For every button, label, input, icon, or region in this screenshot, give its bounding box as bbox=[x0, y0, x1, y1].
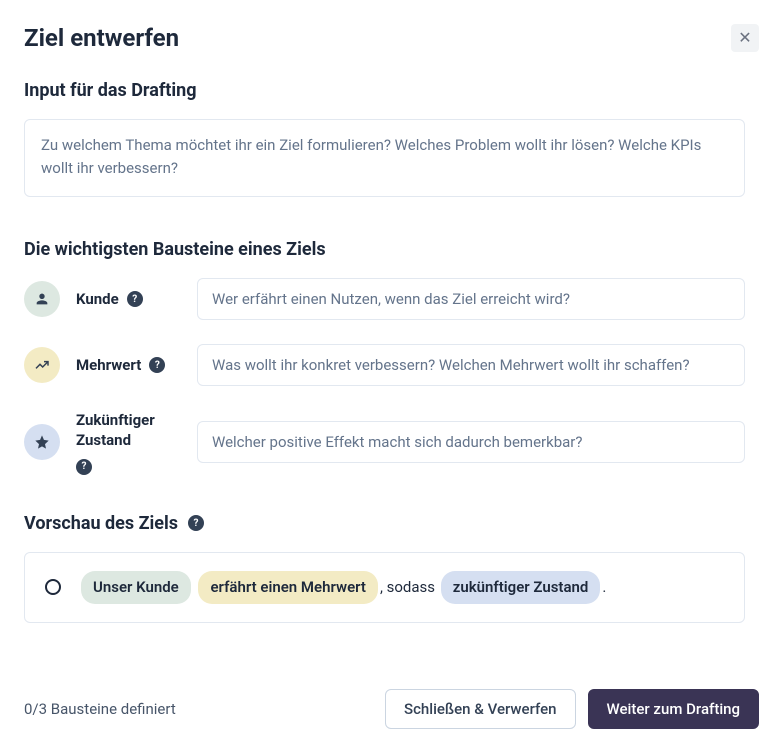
block-label-wrap-kunde: Kunde ? bbox=[76, 289, 181, 309]
star-icon bbox=[24, 424, 60, 460]
help-icon[interactable]: ? bbox=[149, 357, 165, 373]
modal-footer: 0/3 Bausteine definiert Schließen & Verw… bbox=[24, 671, 759, 747]
close-button[interactable]: ✕ bbox=[731, 24, 759, 52]
bausteine-section-title: Die wichtigsten Bausteine eines Ziels bbox=[24, 239, 745, 260]
modal-body-scroll[interactable]: Input für das Drafting Die wichtigsten B… bbox=[24, 80, 759, 671]
radio-icon[interactable] bbox=[45, 579, 61, 595]
preview-section-title: Vorschau des Ziels bbox=[24, 513, 178, 534]
chart-up-icon bbox=[24, 347, 60, 383]
block-label-wrap-zustand: Zukünftiger Zustand ? bbox=[76, 410, 181, 475]
kunde-input[interactable] bbox=[197, 278, 745, 320]
person-icon bbox=[24, 281, 60, 317]
preview-text: Unser Kunde erfährt einen Mehrwert, soda… bbox=[79, 571, 606, 605]
bausteine-counter: 0/3 Bausteine definiert bbox=[24, 700, 176, 718]
mehrwert-input[interactable] bbox=[197, 344, 745, 386]
preview-title-wrap: Vorschau des Ziels ? bbox=[24, 513, 745, 534]
block-label-zustand: Zukünftiger Zustand bbox=[76, 410, 181, 451]
preview-box: Unser Kunde erfährt einen Mehrwert, soda… bbox=[24, 552, 745, 624]
preview-chip-mehrwert: erfährt einen Mehrwert bbox=[198, 571, 377, 605]
preview-connector: , sodass bbox=[380, 578, 435, 596]
help-icon[interactable]: ? bbox=[188, 515, 204, 531]
section-input: Input für das Drafting bbox=[24, 80, 745, 201]
continue-button[interactable]: Weiter zum Drafting bbox=[588, 689, 759, 729]
preview-chip-zustand: zukünftiger Zustand bbox=[441, 571, 601, 605]
preview-chip-kunde: Unser Kunde bbox=[81, 571, 191, 605]
section-bausteine: Die wichtigsten Bausteine eines Ziels Ku… bbox=[24, 239, 745, 475]
modal-title: Ziel entwerfen bbox=[24, 24, 179, 52]
modal-ziel-entwerfen: Ziel entwerfen ✕ Input für das Drafting … bbox=[0, 0, 783, 747]
cancel-button[interactable]: Schließen & Verwerfen bbox=[385, 689, 576, 729]
help-icon[interactable]: ? bbox=[76, 459, 92, 475]
input-section-title: Input für das Drafting bbox=[24, 80, 745, 101]
section-preview: Vorschau des Ziels ? Unser Kunde erfährt… bbox=[24, 513, 745, 624]
block-label-mehrwert: Mehrwert bbox=[76, 355, 141, 375]
block-label-wrap-mehrwert: Mehrwert ? bbox=[76, 355, 181, 375]
footer-buttons: Schließen & Verwerfen Weiter zum Draftin… bbox=[385, 689, 759, 729]
modal-header: Ziel entwerfen ✕ bbox=[24, 24, 759, 52]
block-row-kunde: Kunde ? bbox=[24, 278, 745, 320]
block-row-zustand: Zukünftiger Zustand ? bbox=[24, 410, 745, 475]
zustand-input[interactable] bbox=[197, 421, 745, 463]
block-label-kunde: Kunde bbox=[76, 289, 119, 309]
drafting-input-textarea[interactable] bbox=[24, 119, 745, 197]
block-row-mehrwert: Mehrwert ? bbox=[24, 344, 745, 386]
preview-end: . bbox=[602, 578, 606, 596]
help-icon[interactable]: ? bbox=[127, 291, 143, 307]
close-icon: ✕ bbox=[738, 28, 751, 48]
